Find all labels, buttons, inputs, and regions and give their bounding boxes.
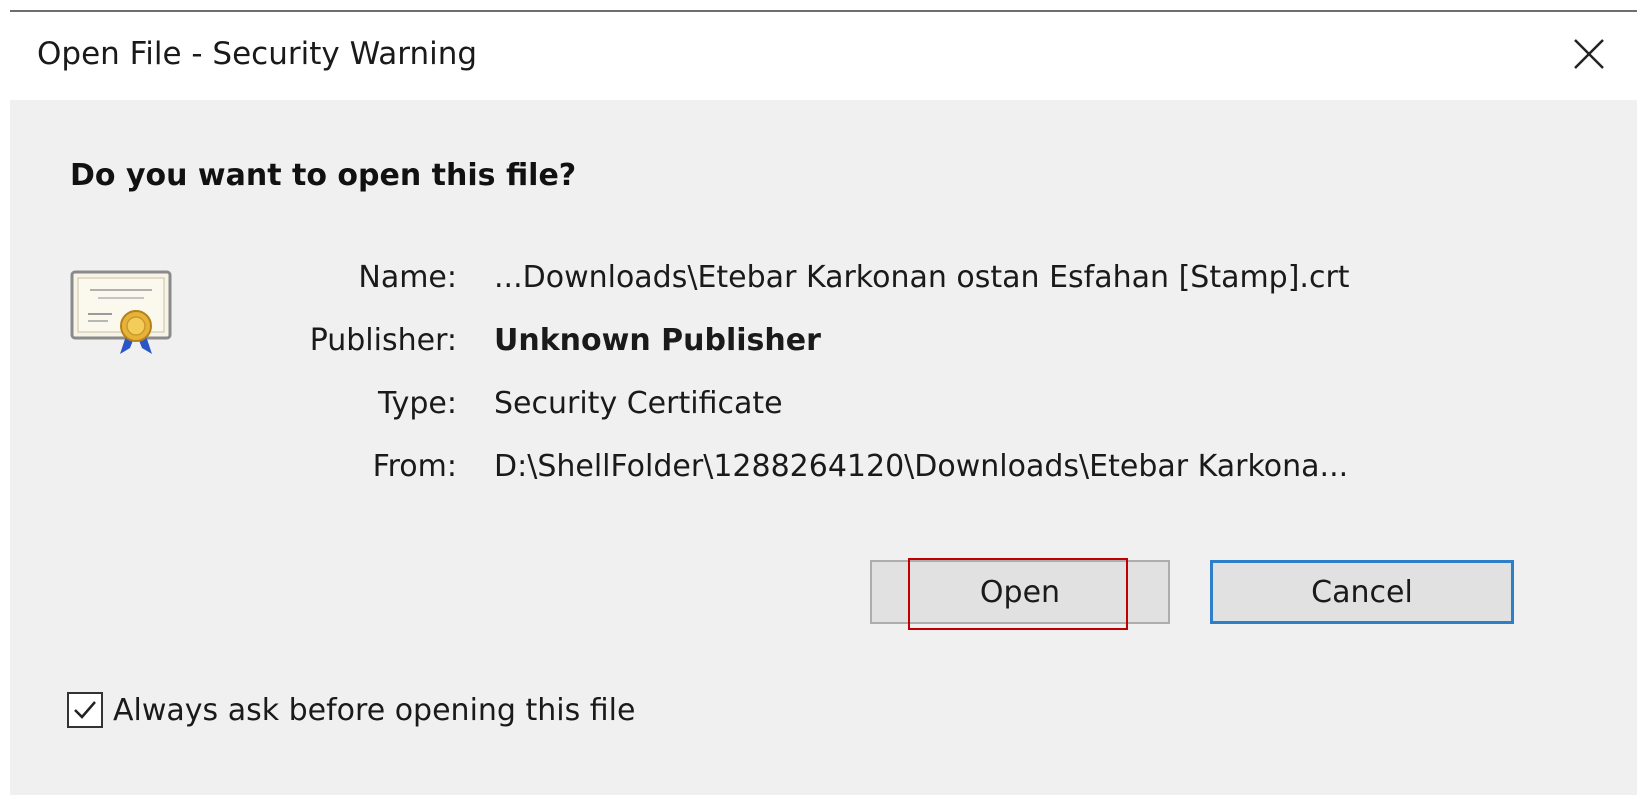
name-label: Name:	[358, 260, 457, 295]
name-value: ...Downloads\Etebar Karkonan ostan Esfah…	[494, 260, 1350, 295]
always-ask-checkbox[interactable]	[67, 692, 103, 728]
open-button[interactable]: Open	[870, 560, 1170, 624]
type-label: Type:	[377, 386, 457, 421]
title-bar: Open File - Security Warning	[10, 12, 1637, 100]
from-value: D:\ShellFolder\1288264120\Downloads\Eteb…	[494, 449, 1349, 484]
dialog-body: Do you want to open this file? Name: ...…	[10, 100, 1637, 795]
always-ask-label: Always ask before opening this file	[113, 692, 636, 728]
close-icon	[1574, 39, 1604, 69]
security-warning-dialog: Open File - Security Warning Do you want…	[0, 0, 1637, 795]
cancel-button[interactable]: Cancel	[1210, 560, 1514, 624]
open-button-label: Open	[979, 574, 1061, 610]
publisher-label: Publisher:	[309, 323, 457, 358]
always-ask-option[interactable]: Always ask before opening this file	[67, 692, 635, 728]
dialog-question: Do you want to open this file?	[70, 158, 577, 193]
certificate-icon	[68, 266, 180, 356]
cancel-button-label: Cancel	[1311, 574, 1413, 610]
close-button[interactable]	[1561, 26, 1617, 82]
from-label: From:	[372, 449, 457, 484]
checkmark-icon	[74, 701, 96, 719]
publisher-value: Unknown Publisher	[494, 323, 821, 358]
window-title: Open File - Security Warning	[37, 36, 478, 72]
type-value: Security Certificate	[494, 386, 783, 421]
